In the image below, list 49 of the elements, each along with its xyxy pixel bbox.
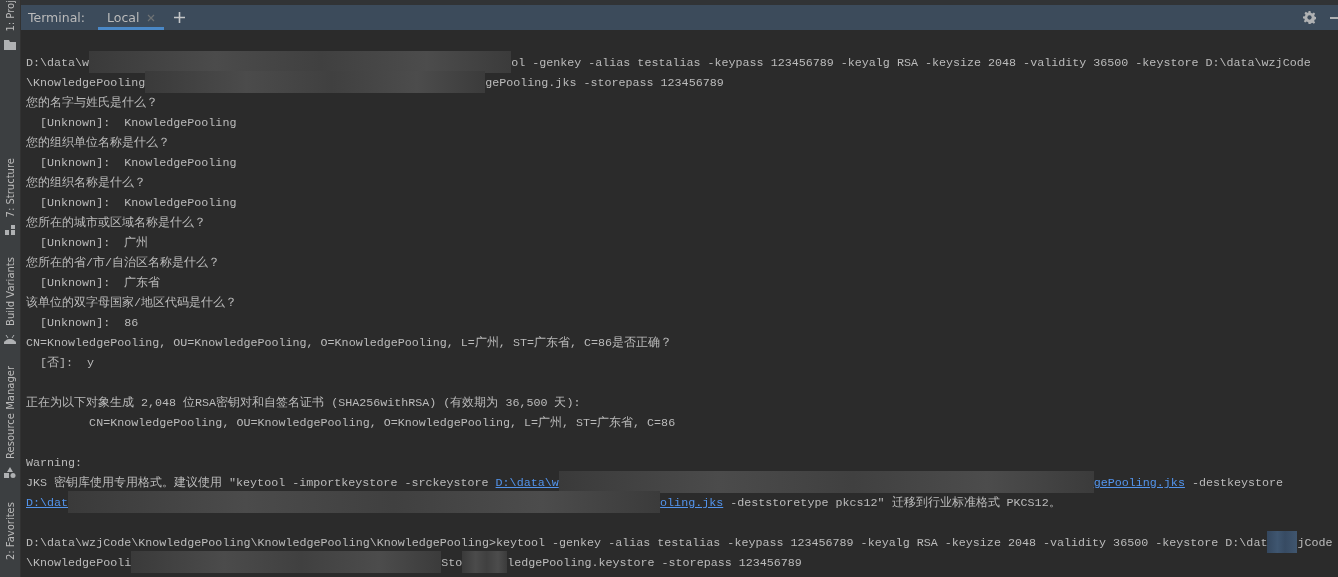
tool-window-button[interactable]: Build Variants	[4, 255, 16, 346]
blurred-region	[1267, 531, 1298, 553]
blocks-icon	[5, 225, 15, 235]
terminal-text: [Unknown]: 广东省	[39, 275, 161, 292]
terminal-text: CN=KnowledgePooling, OU=KnowledgePooling, O=KnowledgePooling, L=广州, ST=广东省, C=86	[88, 415, 676, 432]
add-icon[interactable]	[174, 12, 186, 23]
tool-window-button[interactable]: 1: Proj	[4, 0, 16, 52]
terminal-text: [Unknown]: KnowledgePooling	[39, 115, 237, 132]
blurred-region	[462, 551, 508, 573]
file-link[interactable]: oling.jks	[660, 493, 724, 513]
terminal-text: [Unknown]: KnowledgePooling	[39, 155, 237, 172]
terminal-text: -deststoretype pkcs12" 迁移到行业标准格式 PKCS12。	[729, 495, 1061, 512]
terminal-text: ledgePooling.keystore -storepass 123456789	[507, 555, 802, 572]
tool-window-button[interactable]: 7: Structure	[4, 155, 16, 237]
terminal-text: D:\data\wzjCode\KnowledgePooling\KnowledgePooling\KnowledgePooling>keytool -genkey -alias testalias -keypass 123456789 -keyalg RSA -keysize 2048 -validity 36500 -keystore D:\dat	[26, 535, 1268, 552]
terminal-tab[interactable]: Local	[98, 5, 165, 30]
terminal-text: [否]: y	[39, 355, 95, 372]
folder-icon	[4, 39, 16, 50]
terminal-text: ol -genkey -alias testalias -keypass 123456789 -keyalg RSA -keysize 2048 -validity 36500 -keystore D:\data\wzjCode	[511, 55, 1311, 72]
terminal-text: 您所在的省/市/自治区名称是什么？	[26, 255, 221, 272]
toolbar-title: Terminal:	[28, 10, 86, 25]
android-icon	[4, 333, 16, 344]
terminal-text: CN=KnowledgePooling, OU=KnowledgePooling, O=KnowledgePooling, L=广州, ST=广东省, C=86是否正确？	[26, 335, 673, 352]
settings-icon[interactable]	[1303, 11, 1316, 24]
terminal-text: 您的名字与姓氏是什么？	[26, 95, 158, 112]
terminal-text: [Unknown]: KnowledgePooling	[39, 195, 237, 212]
terminal-text: 该单位的双字母国家/地区代码是什么？	[26, 295, 237, 312]
terminal-text: [Unknown]: 广州	[39, 235, 149, 252]
terminal-text: 正在为以下对象生成 2,048 位RSA密钥对和自签名证书 (SHA256withRSA) (有效期为 36,500 天):	[26, 395, 581, 412]
shapes-icon	[4, 466, 16, 478]
terminal-text: 您所在的城市或区域名称是什么？	[26, 215, 206, 232]
file-link[interactable]: D:\dat	[26, 493, 69, 513]
terminal-text: gePooling.jks -storepass 123456789	[485, 75, 724, 92]
tool-window-button[interactable]: 2: Favorites	[4, 499, 16, 562]
terminal-text: JKS 密钥库使用专用格式。建议使用 "keytool -importkeystore -srckeystore	[26, 475, 490, 492]
terminal-text: \KnowledgePooli	[26, 555, 132, 572]
terminal-text: -destkeystore	[1190, 475, 1284, 492]
terminal-text: Warning:	[26, 455, 83, 472]
minimize-icon[interactable]	[1330, 16, 1338, 19]
terminal-text: [Unknown]: 86	[39, 315, 139, 332]
file-link[interactable]: gePooling.jks	[1093, 473, 1185, 493]
terminal-text: 您的组织单位名称是什么？	[26, 135, 170, 152]
terminal-text: jCode	[1297, 535, 1333, 552]
terminal-text: D:\data\w	[26, 55, 90, 72]
terminal-text: Sto	[441, 555, 463, 572]
file-link[interactable]: D:\data\w	[495, 473, 559, 493]
terminal-text: 您的组织名称是什么？	[26, 175, 146, 192]
terminal-text: \KnowledgePooling	[26, 75, 146, 92]
tool-window-button[interactable]: Resource Manager	[4, 363, 16, 480]
